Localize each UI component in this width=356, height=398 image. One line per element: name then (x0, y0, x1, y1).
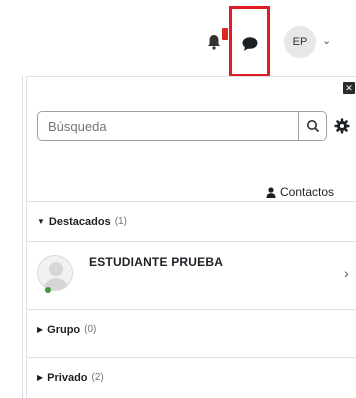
search-icon (306, 120, 319, 133)
contact-avatar (37, 255, 73, 291)
chevron-right-icon: › (344, 265, 349, 281)
section-count: (1) (114, 216, 127, 227)
contact-name: ESTUDIANTE PRUEBA (89, 255, 224, 269)
section-label: Privado (47, 371, 88, 384)
section-count: (0) (84, 324, 97, 335)
page-divider (22, 76, 23, 398)
section-label: Grupo (47, 323, 81, 336)
user-avatar[interactable]: EP (284, 26, 316, 58)
user-menu-caret[interactable]: ⌄ (322, 34, 331, 47)
collapse-triangle-icon: ▶ (37, 373, 44, 382)
gear-icon[interactable] (334, 118, 350, 134)
messages-button[interactable] (229, 6, 270, 77)
user-icon (266, 186, 276, 198)
section-count: (2) (91, 372, 104, 383)
section-header: ▶ Privado (2) (27, 358, 356, 397)
notification-badge (222, 28, 228, 40)
section-grupo[interactable]: ▶ Grupo (0) (27, 309, 356, 349)
collapse-triangle-icon: ▶ (37, 325, 44, 334)
online-status-dot (45, 287, 51, 293)
contact-row[interactable]: ESTUDIANTE PRUEBA › (27, 241, 356, 303)
search-button[interactable] (299, 111, 327, 141)
contacts-label: Contactos (280, 185, 335, 199)
section-destacados[interactable]: ▼ Destacados (1) (27, 201, 356, 241)
top-navbar: EP ⌄ (0, 0, 356, 77)
section-header: ▶ Grupo (0) (27, 310, 356, 349)
expand-triangle-icon: ▼ (37, 217, 45, 226)
section-header: ▼ Destacados (1) (27, 202, 356, 241)
message-drawer: ✕ Contactos ▼ Destacados (1) (26, 76, 356, 398)
close-icon[interactable]: ✕ (343, 82, 355, 94)
contacts-link[interactable]: Contactos (266, 185, 334, 199)
section-privado[interactable]: ▶ Privado (2) (27, 357, 356, 397)
search-input[interactable] (37, 111, 299, 141)
bell-icon[interactable] (205, 33, 223, 51)
section-label: Destacados (48, 215, 111, 228)
chat-icon (242, 37, 258, 51)
